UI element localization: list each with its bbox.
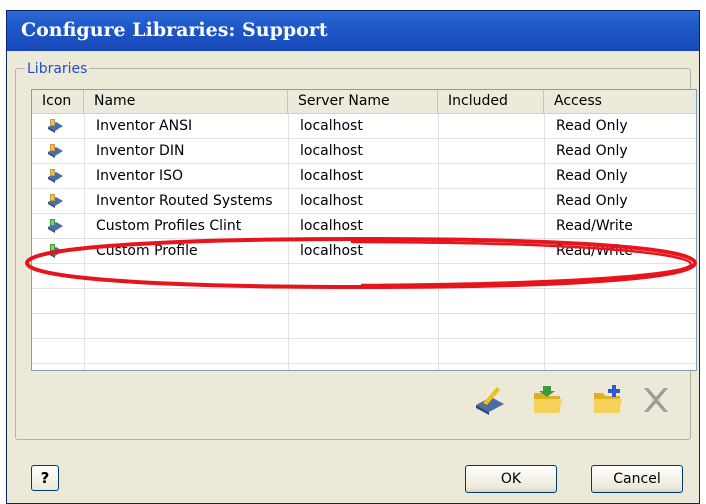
row-included — [444, 139, 544, 163]
row-included — [444, 214, 544, 238]
row-included — [444, 189, 544, 213]
edit-library-icon[interactable] — [473, 383, 507, 417]
row-server: localhost — [300, 168, 363, 184]
delete-icon[interactable] — [639, 383, 673, 417]
table-row[interactable]: Custom Profile localhost Read/Write — [32, 239, 696, 264]
row-access: Read Only — [556, 118, 628, 134]
add-library-icon[interactable] — [591, 383, 625, 417]
column-header-name[interactable]: Name — [84, 90, 288, 113]
row-name: Inventor ISO — [96, 168, 184, 184]
column-header-included[interactable]: Included — [438, 90, 544, 113]
title-bar[interactable]: Configure Libraries: Support — [7, 11, 699, 51]
row-access: Read Only — [556, 168, 628, 184]
row-access: Read Only — [556, 193, 628, 209]
row-name: Inventor Routed Systems — [96, 193, 273, 209]
ok-button[interactable]: OK — [465, 465, 557, 493]
row-name: Inventor ANSI — [96, 118, 193, 134]
row-name: Inventor DIN — [96, 143, 185, 159]
library-write-icon — [48, 244, 63, 258]
library-read-icon — [48, 144, 63, 158]
row-server: localhost — [300, 118, 363, 134]
column-header-access[interactable]: Access — [544, 90, 696, 113]
library-read-icon — [48, 119, 63, 133]
row-server: localhost — [300, 193, 363, 209]
row-included — [444, 164, 544, 188]
row-server: localhost — [300, 143, 363, 159]
table-row[interactable]: Custom Profiles Clint localhost Read/Wri… — [32, 214, 696, 239]
library-write-icon — [48, 219, 63, 233]
dialog-title: Configure Libraries: Support — [21, 19, 328, 41]
empty-row — [32, 289, 696, 314]
row-included — [444, 114, 544, 138]
empty-row — [32, 339, 696, 364]
row-server: localhost — [300, 218, 363, 234]
libraries-list[interactable]: Icon Name Server Name Included Access In… — [31, 89, 697, 371]
row-access: Read/Write — [556, 243, 633, 259]
empty-row — [32, 314, 696, 339]
row-access: Read Only — [556, 143, 628, 159]
empty-row — [32, 264, 696, 289]
table-row[interactable]: Inventor ANSI localhost Read Only — [32, 114, 696, 139]
row-access: Read/Write — [556, 218, 633, 234]
row-name: Custom Profile — [96, 243, 198, 259]
row-included — [444, 239, 544, 263]
library-read-icon — [48, 194, 63, 208]
row-server: localhost — [300, 243, 363, 259]
help-button[interactable]: ? — [31, 465, 59, 491]
list-header: Icon Name Server Name Included Access — [32, 90, 696, 114]
cancel-button[interactable]: Cancel — [591, 465, 683, 493]
row-name: Custom Profiles Clint — [96, 218, 242, 234]
libraries-group-label: Libraries — [25, 61, 90, 77]
column-header-server-name[interactable]: Server Name — [288, 90, 438, 113]
table-row[interactable]: Inventor Routed Systems localhost Read O… — [32, 189, 696, 214]
table-row[interactable]: Inventor ISO localhost Read Only — [32, 164, 696, 189]
column-header-icon[interactable]: Icon — [32, 90, 84, 113]
open-library-icon[interactable] — [531, 383, 565, 417]
configure-libraries-dialog: Configure Libraries: Support Libraries I… — [6, 10, 700, 504]
library-read-icon — [48, 169, 63, 183]
table-row[interactable]: Inventor DIN localhost Read Only — [32, 139, 696, 164]
